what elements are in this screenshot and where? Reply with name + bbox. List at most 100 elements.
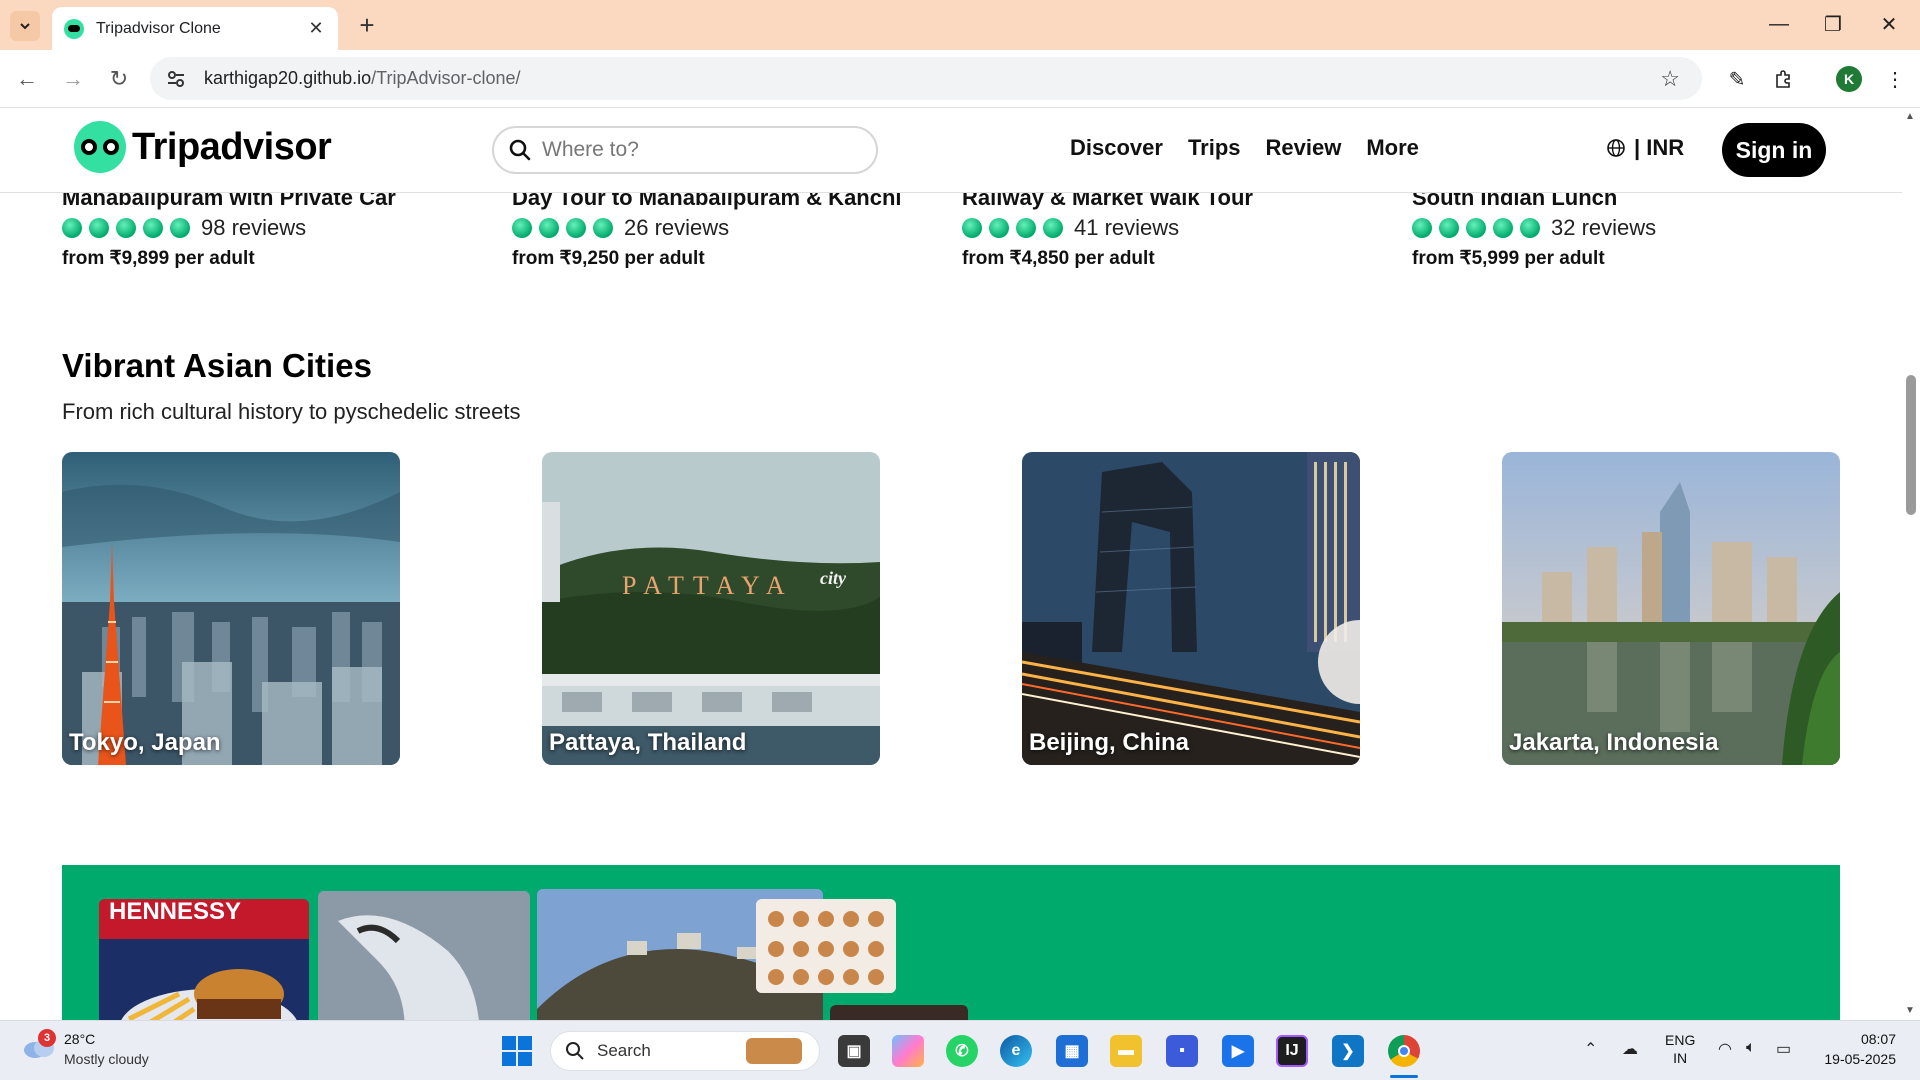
teams-icon[interactable]: ▪ [1166, 1035, 1198, 1067]
lang-region: IN [1673, 1050, 1688, 1066]
city-card-tokyo[interactable]: Tokyo, Japan [62, 452, 400, 765]
tour-rating: 41 reviews [962, 213, 1382, 243]
intellij-icon[interactable]: IJ [1276, 1035, 1308, 1067]
browser-toolbar: ← → ↻ karthigap20.github.io/TripAdvisor-… [0, 50, 1920, 108]
nav-trips[interactable]: Trips [1188, 135, 1241, 161]
rating-bubble-icon [62, 218, 82, 238]
restore-button[interactable]: ❐ [1810, 8, 1856, 40]
tokyo-photo [62, 452, 400, 765]
bookmark-star-icon[interactable]: ☆ [1660, 66, 1680, 92]
tour-rating: 98 reviews [62, 213, 482, 243]
language-indicator[interactable]: ENG IN [1665, 1031, 1695, 1067]
windows-taskbar: 3 28°C Mostly cloudy Search ▣ ✆ e ▦ ▬ ▪ … [0, 1020, 1920, 1080]
tour-card[interactable]: Day Tour to Mahabalipuram & Kanchi 26 re… [512, 183, 932, 270]
browser-menu-icon[interactable]: ⋮ [1880, 64, 1910, 94]
volume-icon[interactable]: 🔈︎ [1746, 1039, 1756, 1057]
taskbar-search[interactable]: Search [550, 1031, 820, 1071]
lang-code: ENG [1665, 1032, 1696, 1048]
rating-bubble-icon [512, 218, 532, 238]
forward-button[interactable]: → [58, 64, 88, 94]
back-button[interactable]: ← [12, 64, 42, 94]
section-title: Vibrant Asian Cities [62, 347, 372, 384]
city-name: Beijing, China [1029, 729, 1190, 756]
pen-icon[interactable]: ✎ [1722, 64, 1752, 94]
chevron-down-icon [20, 23, 30, 30]
main-nav: Discover Trips Review More [1070, 135, 1444, 161]
portrait-photo [830, 1005, 968, 1020]
tripadvisor-logo[interactable]: Tripadvisor [74, 121, 332, 173]
rating-bubble-icon [1493, 218, 1513, 238]
city-card-pattaya[interactable]: PATTAYA city Pattaya, Thailand [542, 452, 880, 765]
rating-bubble-icon [1016, 218, 1036, 238]
pattaya-photo: PATTAYA city [542, 452, 880, 765]
vscode-icon[interactable]: ❯ [1332, 1035, 1364, 1067]
file-explorer-icon[interactable]: ▬ [1110, 1035, 1142, 1067]
nav-more[interactable]: More [1366, 135, 1419, 161]
tour-rating: 32 reviews [1412, 213, 1832, 243]
whatsapp-icon[interactable]: ✆ [946, 1035, 978, 1067]
nav-discover[interactable]: Discover [1070, 135, 1163, 161]
browser-tab-active[interactable]: Tripadvisor Clone ✕ [52, 7, 338, 50]
tour-price: from ₹5,999 per adult [1412, 248, 1605, 269]
scroll-up-arrow-icon[interactable]: ▲ [1905, 111, 1915, 122]
url-path: /TripAdvisor-clone/ [371, 68, 521, 88]
minimize-button[interactable]: — [1756, 8, 1802, 40]
battery-icon[interactable]: ▭ [1776, 1039, 1791, 1059]
search-input[interactable] [542, 138, 842, 162]
tab-list-button[interactable] [10, 11, 40, 41]
edge-icon[interactable]: e [1000, 1035, 1032, 1067]
review-count: 98 reviews [201, 215, 307, 240]
store-icon[interactable]: ▦ [1056, 1035, 1088, 1067]
currency-label: | INR [1634, 135, 1685, 160]
page-scrollbar[interactable]: ▲ ▼ [1902, 109, 1920, 1020]
tripadvisor-favicon-icon [64, 18, 84, 39]
chrome-icon[interactable] [1388, 1035, 1420, 1067]
taskbar-search-label: Search [597, 1041, 651, 1060]
weather-desc[interactable]: Mostly cloudy [64, 1051, 149, 1067]
search-box[interactable] [492, 126, 878, 174]
windows-start-icon[interactable] [502, 1036, 532, 1066]
tour-price: from ₹4,850 per adult [962, 248, 1155, 269]
clock-time[interactable]: 08:07 [1820, 1031, 1896, 1047]
search-highlight-icon [745, 1038, 802, 1064]
tour-card[interactable]: Railway & Market Walk Tour 41 reviews fr… [962, 183, 1382, 270]
address-bar[interactable]: karthigap20.github.io/TripAdvisor-clone/… [150, 57, 1702, 100]
rating-bubble-icon [1520, 218, 1540, 238]
tour-card[interactable]: Mahabalipuram with Private Car 98 review… [62, 183, 482, 270]
extensions-puzzle-icon[interactable] [1768, 64, 1798, 94]
tray-overflow-chevron-icon[interactable]: ⌃ [1584, 1039, 1597, 1059]
tab-title: Tripadvisor Clone [96, 19, 221, 37]
onedrive-cloud-icon[interactable]: ☁ [1622, 1039, 1638, 1059]
tour-card[interactable]: South Indian Lunch 32 reviews from ₹5,99… [1412, 183, 1832, 270]
task-view-icon[interactable]: ▣ [838, 1035, 870, 1067]
wifi-icon[interactable]: ◠ [1718, 1039, 1732, 1059]
weather-temp[interactable]: 28°C [64, 1031, 95, 1047]
scroll-thumb[interactable] [1906, 375, 1916, 515]
review-count: 41 reviews [1074, 215, 1180, 240]
reload-button[interactable]: ↻ [104, 64, 134, 94]
signin-button[interactable]: Sign in [1722, 123, 1826, 177]
review-count: 32 reviews [1551, 215, 1657, 240]
copilot-icon[interactable] [892, 1035, 924, 1067]
rating-bubble-icon [89, 218, 109, 238]
zoom-icon[interactable]: ▶ [1222, 1035, 1254, 1067]
scroll-down-arrow-icon[interactable]: ▼ [1905, 1005, 1915, 1016]
new-tab-button[interactable]: + [352, 10, 382, 41]
section-subtitle: From rich cultural history to pyschedeli… [62, 399, 521, 424]
pattaya-city-script: city [820, 568, 847, 588]
rating-bubble-icon [1466, 218, 1486, 238]
city-card-jakarta[interactable]: Jakarta, Indonesia [1502, 452, 1840, 765]
rating-bubble-icon [566, 218, 586, 238]
clock-date[interactable]: 19-05-2025 [1810, 1051, 1896, 1067]
owl-logo-icon [74, 121, 126, 173]
close-tab-icon[interactable]: ✕ [306, 18, 326, 39]
site-info-icon[interactable] [164, 67, 188, 91]
profile-avatar[interactable]: K [1836, 66, 1862, 92]
city-card-beijing[interactable]: Beijing, China [1022, 452, 1360, 765]
currency-selector[interactable]: | INR [1606, 135, 1684, 161]
close-window-button[interactable]: ✕ [1866, 8, 1912, 40]
nav-review[interactable]: Review [1266, 135, 1342, 161]
url-host: karthigap20.github.io [204, 68, 372, 88]
rating-bubble-icon [170, 218, 190, 238]
rating-bubble-icon [962, 218, 982, 238]
